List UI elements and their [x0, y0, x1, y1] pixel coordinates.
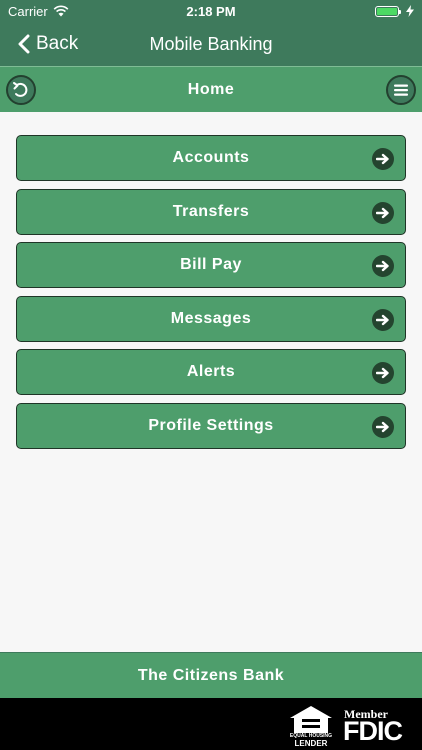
undo-button[interactable]	[6, 75, 36, 105]
ehl-line2: LENDER	[294, 738, 328, 748]
menu-icon	[394, 84, 408, 96]
carrier-label: Carrier	[8, 3, 48, 19]
menu-item-label: Messages	[170, 309, 252, 327]
sub-header: Home	[0, 66, 422, 112]
bank-name: The Citizens Bank	[137, 666, 285, 684]
transfers-button[interactable]: Transfers	[16, 188, 406, 235]
footer-logos: EQUAL HOUSING LENDER Member FDIC	[0, 698, 422, 750]
nav-bar: Back Mobile Banking	[0, 22, 422, 66]
menu-item-label: Transfers	[172, 202, 250, 220]
equal-housing-lender-text: EQUAL HOUSING LENDER	[285, 733, 337, 748]
arrow-right-icon	[372, 201, 394, 224]
section-title: Home	[187, 80, 235, 98]
profile-settings-button[interactable]: Profile Settings	[16, 402, 406, 449]
status-bar: Carrier 2:18 PM	[0, 0, 422, 22]
bill-pay-button[interactable]: Bill Pay	[16, 242, 406, 288]
menu-item-label: Bill Pay	[180, 256, 242, 273]
accounts-button[interactable]: Accounts	[16, 135, 406, 181]
status-right	[375, 5, 414, 17]
chevron-left-icon	[18, 34, 30, 54]
menu-item-label: Accounts	[172, 149, 250, 166]
messages-button[interactable]: Messages	[16, 295, 406, 342]
arrow-right-icon	[372, 415, 394, 438]
arrow-right-icon	[372, 362, 394, 384]
battery-icon	[375, 5, 401, 17]
back-button[interactable]: Back	[18, 22, 78, 66]
battery-fill	[377, 7, 397, 15]
status-left: Carrier	[8, 4, 69, 19]
home-menu: Accounts Transfers Bill Pay Messages Ale…	[16, 135, 406, 456]
fdic-logo: FDIC	[343, 716, 403, 746]
back-label: Back	[36, 33, 79, 54]
menu-button[interactable]	[386, 75, 416, 105]
footer-bank-bar: The Citizens Bank	[0, 652, 422, 698]
menu-item-label: Alerts	[186, 363, 236, 380]
arrow-right-icon	[372, 148, 394, 170]
menu-item-label: Profile Settings	[148, 416, 274, 434]
arrow-right-icon	[372, 255, 394, 277]
alerts-button[interactable]: Alerts	[16, 349, 406, 395]
undo-icon	[13, 82, 28, 97]
wifi-icon	[53, 5, 69, 17]
arrow-right-icon	[372, 308, 394, 331]
bolt-icon	[406, 5, 414, 17]
